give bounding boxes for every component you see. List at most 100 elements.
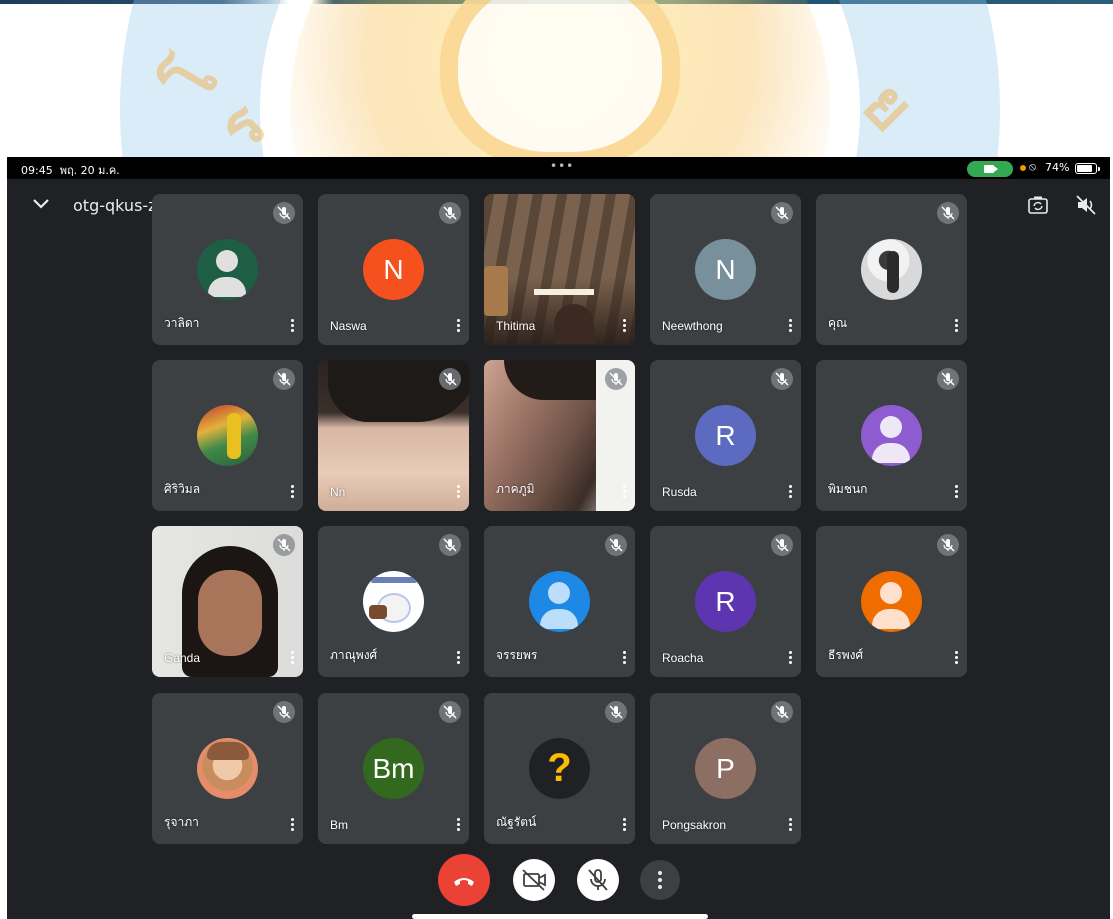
mic-off-icon [937,202,959,224]
mic-off-icon [273,368,295,390]
more-vertical-icon[interactable] [951,649,961,667]
mic-off-icon [771,701,793,723]
avatar-photo [861,239,922,300]
mic-off-icon [605,368,627,390]
status-date: พฤ. 20 ม.ค. [59,164,120,177]
participant-name: Naswa [330,319,367,333]
participant-name: Bm [330,818,348,832]
participant-tile[interactable]: Thitima [484,194,635,345]
mic-off-icon [273,202,295,224]
more-vertical-icon[interactable] [619,317,629,335]
more-vertical-icon[interactable] [287,483,297,501]
participant-name: Ganda [164,651,201,665]
orientation-lock-icon: ⦸ [1029,160,1037,173]
participant-tile[interactable]: ธีรพงศ์ [816,526,967,677]
end-call-button[interactable] [438,854,490,906]
more-vertical-icon[interactable] [785,317,795,335]
more-vertical-icon[interactable] [453,816,463,834]
phone-hangup-icon [454,878,474,886]
avatar: N [363,239,424,300]
participant-tile[interactable]: คุณ [816,194,967,345]
battery-icon [1075,163,1100,174]
more-vertical-icon[interactable] [951,317,961,335]
participant-name: จรรยพร [496,648,538,662]
more-vertical-icon[interactable] [287,317,297,335]
participant-name: ณัฐรัตน์ [496,815,537,829]
meet-screen: 09:45 พฤ. 20 ม.ค. ••• ⦸ 74% otg-qkus-zvi… [7,157,1110,919]
mic-off-icon [605,534,627,556]
participant-tile[interactable]: Nn [318,360,469,511]
participant-tile[interactable]: พิมชนก [816,360,967,511]
background-seal: โ ร ย [0,0,1113,157]
mic-toggle-button[interactable] [577,859,619,901]
chevron-down-icon[interactable] [31,197,51,211]
camera-toggle-button[interactable] [513,859,555,901]
participant-tile[interactable]: ภาณุพงศ์ [318,526,469,677]
participant-tile[interactable]: P Pongsakron [650,693,801,844]
participant-tile[interactable]: N Neewthong [650,194,801,345]
participant-name: ภาณุพงศ์ [330,648,378,662]
participant-name: Thitima [496,319,536,333]
participant-name: รุจาภา [164,815,199,829]
more-vertical-icon[interactable] [785,649,795,667]
mic-off-icon [771,202,793,224]
participant-name: Nn [330,485,346,499]
participant-tile[interactable]: Bm Bm [318,693,469,844]
more-vertical-icon[interactable] [453,317,463,335]
participant-name: ธีรพงศ์ [828,648,864,662]
volume-off-icon[interactable] [1075,195,1097,215]
avatar [197,239,258,300]
participant-tile[interactable]: ศิริวิมล [152,360,303,511]
avatar-question: ? [529,738,590,799]
participant-tile[interactable]: R Roacha [650,526,801,677]
participant-name: คุณ [828,316,848,330]
participant-tile[interactable]: จรรยพร [484,526,635,677]
mic-off-icon [273,701,295,723]
avatar: Bm [363,738,424,799]
participant-tile[interactable]: ภาคภูมิ [484,360,635,511]
call-controls [7,854,1110,917]
status-bar: 09:45 พฤ. 20 ม.ค. ••• ⦸ 74% [7,157,1110,179]
more-vertical-icon[interactable] [785,816,795,834]
mic-off-icon [439,701,461,723]
participant-name: Roacha [662,651,704,665]
mic-off-icon [937,368,959,390]
mic-off-icon [273,534,295,556]
participant-tile[interactable]: วาลิดา [152,194,303,345]
avatar-photo [197,405,258,466]
status-time: 09:45 พฤ. 20 ม.ค. [21,161,120,179]
avatar: R [695,405,756,466]
participant-tile[interactable]: ? ณัฐรัตน์ [484,693,635,844]
participant-tile[interactable]: N Naswa [318,194,469,345]
more-options-button[interactable] [640,860,680,900]
participant-tile[interactable]: รุจาภา [152,693,303,844]
more-vertical-icon[interactable] [287,816,297,834]
more-vertical-icon[interactable] [785,483,795,501]
avatar: P [695,738,756,799]
more-vertical-icon[interactable] [453,483,463,501]
avatar [529,571,590,632]
mic-off-icon [937,534,959,556]
participant-name: ภาคภูมิ [496,482,535,496]
participant-tile[interactable]: Ganda [152,526,303,677]
more-vertical-icon[interactable] [951,483,961,501]
video-off-icon [522,869,546,891]
more-vertical-icon[interactable] [453,649,463,667]
participant-name: ศิริวิมล [164,482,201,496]
more-vertical-icon[interactable] [619,483,629,501]
participant-name: พิมชนก [828,482,868,496]
camera-in-use-indicator [967,161,1013,177]
more-vertical-icon[interactable] [619,649,629,667]
participant-tile[interactable]: R Rusda [650,360,801,511]
mic-off-icon [771,368,793,390]
multitask-dots[interactable]: ••• [550,159,574,173]
mic-off-icon [588,869,608,891]
more-vertical-icon[interactable] [619,816,629,834]
avatar [861,405,922,466]
participant-name: วาลิดา [164,316,200,330]
more-vertical-icon[interactable] [287,649,297,667]
mic-off-icon [605,701,627,723]
battery-percent: 74% [1045,161,1070,174]
home-indicator[interactable] [412,914,708,919]
camera-switch-icon[interactable] [1027,195,1049,215]
